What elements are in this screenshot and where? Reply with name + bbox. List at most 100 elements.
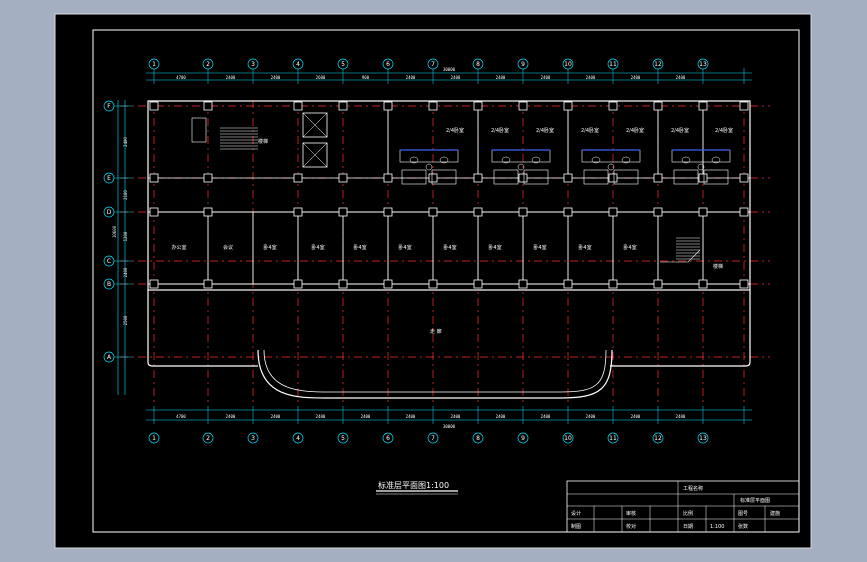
structural-column [338,279,348,289]
structural-column [203,173,213,183]
structural-column [739,207,749,217]
tb-design-label: 设计 [571,510,581,517]
svg-text:E: E [107,175,111,182]
svg-text:F: F [107,103,111,110]
floor-plan-drawing: 4700 2400 2400 2600 900 2400 2400 2400 2400 2400 2… [54,13,812,549]
structural-column [518,101,528,111]
room-label-lower: 卧4室 [263,244,276,251]
axis-bubble-bottom: 6 [382,432,394,444]
svg-text:11: 11 [609,61,617,68]
top-dimension-text: 2400 [496,75,506,80]
top-dimension-text: 4700 [176,75,186,80]
tb-drawing-no: 建施 [770,510,780,517]
bottom-dimension-text: 2400 [496,414,506,419]
svg-text:C: C [107,258,111,265]
room-label-upper: 2/4卧室 [671,127,689,134]
svg-text:5: 5 [341,435,345,442]
tb-project-label: 工程名称 [683,485,703,492]
structural-column [383,101,393,111]
tb-date-label: 日期 [683,524,693,530]
axis-bubble-left: F [103,100,115,112]
svg-text:11: 11 [609,435,617,442]
svg-text:6: 6 [386,61,390,68]
structural-column [383,207,393,217]
svg-text:13: 13 [699,61,707,68]
bottom-dimension-text: 2400 [361,414,371,419]
drawing-title: 标准层平面图1:100 [378,480,449,490]
structural-column [428,279,438,289]
svg-text:2: 2 [206,435,210,442]
structural-column [428,207,438,217]
axis-bubble-left: B [103,278,115,290]
structural-column [383,173,393,183]
structural-column [698,173,708,183]
room-label-lower: 卧4室 [488,244,501,251]
left-dimension-text: 2400 [123,137,128,147]
room-label-upper: 2/4卧室 [626,127,644,134]
structural-column [518,207,528,217]
bottom-dimension-text: 2400 [271,414,281,419]
structural-column [203,279,213,289]
structural-column [149,279,159,289]
top-dimension-text: 2600 [316,75,326,80]
structural-column [608,101,618,111]
left-dimension-text: 2100 [123,190,128,200]
tb-sheets-label: 张数 [738,523,748,530]
structural-column [338,101,348,111]
axis-bubble-bottom: 13 [697,432,709,444]
tb-scale-value: 1:100 [710,524,724,530]
tb-scale-label: 比例 [683,510,693,517]
structural-column [563,101,573,111]
top-dimension-text: 2400 [541,75,551,80]
room-label-lower: 卧4室 [578,244,591,251]
axis-bubble-top: 2 [202,58,214,70]
axis-bubble-top: 8 [472,58,484,70]
stair-label-2: 楼梯 [713,263,723,270]
room-label-lower: 卧4室 [443,244,456,251]
axis-bubble-left: C [103,255,115,267]
bottom-dimension-text: 2400 [451,414,461,419]
structural-column [698,279,708,289]
axis-bubble-bottom: 12 [652,432,664,444]
structural-column [383,279,393,289]
cad-viewport[interactable]: 4700 2400 2400 2600 900 2400 2400 2400 2400 2400 2… [0,0,867,562]
top-dimension-text: 2400 [406,75,416,80]
structural-column [518,173,528,183]
structural-column [653,279,663,289]
axis-bubble-top: 5 [337,58,349,70]
structural-column [608,279,618,289]
axis-bubble-top: 1 [148,58,160,70]
room-label-lower: 办公室 [171,244,186,251]
structural-column [739,279,749,289]
svg-text:7: 7 [431,61,435,68]
svg-text:10: 10 [564,435,572,442]
room-label-lower: 卧4室 [623,244,636,251]
svg-text:8: 8 [476,61,480,68]
svg-text:B: B [107,281,111,288]
structural-column [698,207,708,217]
bottom-dimension-text: 2400 [631,414,641,419]
structural-column [293,207,303,217]
structural-column [149,101,159,111]
corridor-label: 走 廊 [430,328,442,335]
bottom-dimension-text: 2400 [676,414,686,419]
structural-column [428,101,438,111]
svg-text:8: 8 [476,435,480,442]
top-dimension-text: 2400 [631,75,641,80]
room-label-upper: 2/4卧室 [536,127,554,134]
structural-column [473,173,483,183]
svg-text:4: 4 [296,61,300,68]
axis-bubble-bottom: 8 [472,432,484,444]
axis-bubble-top: 4 [292,58,304,70]
svg-text:7: 7 [431,435,435,442]
structural-column [563,279,573,289]
structural-column [608,207,618,217]
room-label-lower: 卧4室 [353,244,366,251]
room-label-upper: 2/4卧室 [715,127,733,134]
tb-drawing-no-label: 图号 [738,511,748,517]
top-dimension-text: 2400 [271,75,281,80]
svg-text:9: 9 [521,435,525,442]
structural-column [473,101,483,111]
svg-text:1: 1 [152,61,156,68]
svg-text:9: 9 [521,61,525,68]
